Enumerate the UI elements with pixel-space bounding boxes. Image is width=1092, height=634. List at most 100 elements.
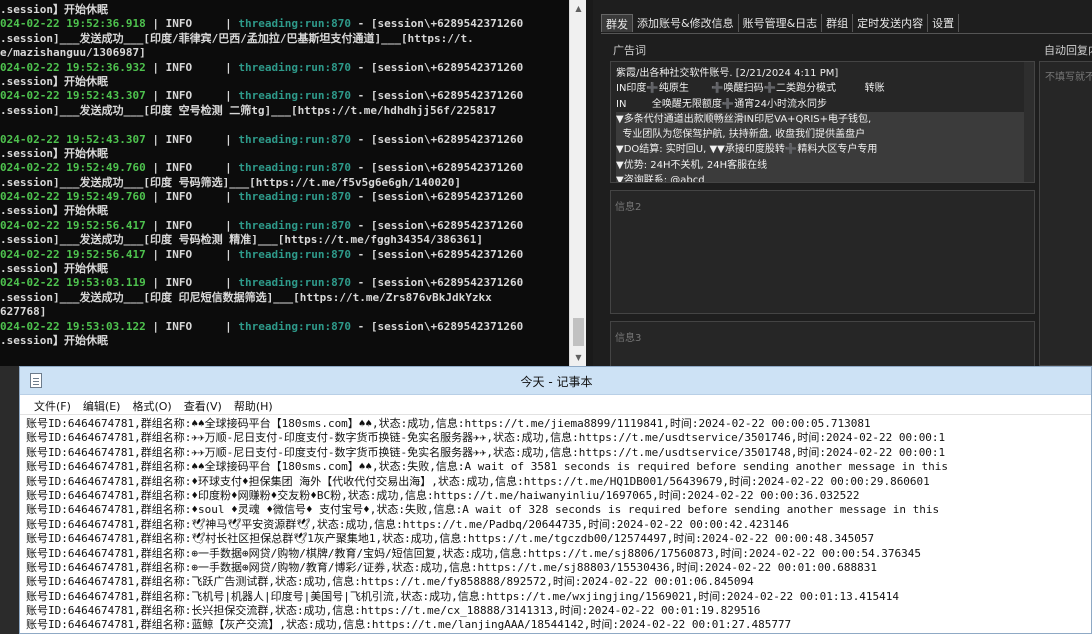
tab-1[interactable]: 添加账号&修改信息 [633,14,739,32]
notepad-line: 账号ID:6464674781,群组名称:⊕一手数据⊕网贷/购物/教育/博彩/证… [26,560,878,574]
info2-textarea[interactable]: 信息2 [610,190,1035,314]
console-scrollbar[interactable]: ▲ ▼ [569,0,586,366]
auto-reply-textarea[interactable]: 不填写就不 [1039,61,1092,366]
console-line: .session]___发送成功___[印度 印尼短信数据筛选]___[http… [0,291,568,305]
log-level: | INFO | [145,276,239,290]
menu-item-2[interactable]: 格式(O) [126,395,177,414]
log-thread: threading:run:870 [238,60,352,74]
menu-item-0[interactable]: 文件(F) [28,395,77,414]
log-message: .session]___发送成功___[印度 号码筛选]___[https://… [0,175,461,189]
notepad-line: 账号ID:6464674781,群组名称:♦soul ♦灵魂 ♦微信号♦ 支付宝… [26,503,940,517]
console-line: 024-02-22 19:52:56.417 | INFO | threadin… [0,219,568,233]
log-thread: threading:run:870 [238,132,352,146]
ad-text-line: ▼DO结算: 实时回U, ▼▼承接印度股转➕精料大区专户专用 [616,142,1034,158]
log-thread: threading:run:870 [238,247,352,261]
log-thread: threading:run:870 [238,89,352,103]
log-message: .session]___发送成功___[印度/菲律宾/巴西/孟加拉/巴基斯坦支付… [0,31,474,45]
notepad-line: 账号ID:6464674781,群组名称:长兴担保交流群,状态:成功,信息:ht… [26,604,761,618]
log-message: - [session\+6289542371260 [351,247,524,261]
log-message: .session】开始休眠 [0,3,108,16]
log-message: .session】开始休眠 [0,204,108,218]
notepad-line: 账号ID:6464674781,群组名称:♦印度粉♦网赚粉♦交友粉♦BC粉,状态… [26,488,860,502]
menu-item-3[interactable]: 查看(V) [178,395,228,414]
scroll-down-icon[interactable]: ▼ [570,349,587,366]
tab-bar: 群发 添加账号&修改信息 账号管理&日志 群组 定时发送内容 设置 [601,14,960,34]
ad-text-line: 专业团队为您保驾护航, 扶持新盘, 收盘我们提供盖盘户 [616,127,1034,143]
log-level: | INFO | [145,17,239,31]
menu-item-4[interactable]: 帮助(H) [228,395,279,414]
scroll-thumb[interactable] [573,318,584,346]
ad-text-line: 紫霞/出各种社交软件账号. [2/21/2024 4:11 PM] [616,68,839,79]
tab-2[interactable]: 账号管理&日志 [739,14,823,32]
log-thread: threading:run:870 [238,218,352,232]
log-timestamp: 024-02-22 19:52:56.417 [0,247,146,261]
log-level: | INFO | [145,60,239,74]
ad-text-content: 紫霞/出各种社交软件账号. [2/21/2024 4:11 PM] IN印度➕纯原… [611,62,1034,182]
log-timestamp: 024-02-22 19:52:49.760 [0,190,146,204]
ad-text-line: IN 全唤醒无限额度➕通宵24小时流水同步 [616,98,828,110]
ad-text-line: IN印度➕纯原生 ➕唤醒扫码➕二类跑分模式 转账 [616,83,885,95]
info2-placeholder: 信息2 [615,202,642,213]
ad-scrollbar[interactable] [1024,62,1034,182]
console-line: .session]___发送成功___[印度 号码筛选]___[https://… [0,176,568,190]
tab-4[interactable]: 定时发送内容 [853,14,929,32]
log-level: | INFO | [145,218,239,232]
log-level: | INFO | [145,132,239,146]
tab-divider [601,33,1092,34]
log-level: | INFO | [145,319,239,333]
notepad-titlebar[interactable]: 今天 - 记事本 [20,367,1091,395]
console-line: .session】开始休眠 [0,147,568,161]
log-message: .session】开始休眠 [0,74,108,88]
log-message: .session】开始休眠 [0,333,108,347]
console-line: .session]___发送成功___[印度/菲律宾/巴西/孟加拉/巴基斯坦支付… [0,32,568,46]
notepad-text-area[interactable]: 账号ID:6464674781,群组名称:♠♠全球接码平台【180sms.com… [26,415,1091,633]
log-message: 627768] [0,305,47,319]
desktop: .session】开始休眠 024-02-22 19:52:36.918 | IN… [0,0,1092,634]
notepad-line: 账号ID:6464674781,群组名称:♦环球支付♦担保集团 海外【代收代付交… [26,474,930,488]
log-level: | INFO | [145,89,239,103]
log-thread: threading:run:870 [238,190,352,204]
ad-text-line: ▼多条代付通道出款顺畅丝滑IN印尼VA+QRIS+电子钱包, [616,111,1034,128]
info3-textarea[interactable]: 信息3 [610,321,1035,366]
menu-item-1[interactable]: 编辑(E) [77,395,127,414]
ad-textarea[interactable]: 紫霞/出各种社交软件账号. [2/21/2024 4:11 PM] IN印度➕纯原… [610,61,1035,183]
log-timestamp: 024-02-22 19:52:49.760 [0,161,146,175]
log-timestamp: 024-02-22 19:53:03.119 [0,276,146,290]
log-timestamp: 024-02-22 19:52:36.918 [0,17,146,31]
log-timestamp: 024-02-22 19:52:36.932 [0,60,146,74]
notepad-window: 今天 - 记事本 文件(F) 编辑(E) 格式(O) 查看(V) 帮助(H) 账号ID:… [19,366,1092,634]
info3-placeholder: 信息3 [615,333,642,344]
notepad-line: 账号ID:6464674781,群组名称:飞机号|机器人|印度号|美国号|飞机引… [26,589,900,603]
console-log: .session】开始休眠 024-02-22 19:52:36.918 | IN… [0,0,568,366]
log-thread: threading:run:870 [238,276,352,290]
tab-5[interactable]: 设置 [928,14,960,32]
console-line: 024-02-22 19:53:03.119 | INFO | threadin… [0,276,568,290]
sender-app-window: 群发添加账号&修改信息账号管理&日志群组定时发送内容设置 广告词 自动回复内 紫… [593,0,1092,366]
ad-text-line: ▼咨询联系: @abcd [616,173,1034,182]
log-message: - [session\+6289542371260 [351,218,524,232]
console-line: 024-02-22 19:52:43.307 | INFO | threadin… [0,133,568,147]
log-message: - [session\+6289542371260 [351,319,524,333]
notepad-menubar: 文件(F) 编辑(E) 格式(O) 查看(V) 帮助(H) [20,395,1091,415]
console-line: .session】开始休眠 [0,3,568,17]
notepad-line: 账号ID:6464674781,群组名称:🕊神马🕊平安资源群🕊,状态:成功,信息… [26,517,789,531]
window-edge [586,0,593,366]
log-message: .session】开始休眠 [0,262,108,276]
log-timestamp: 024-02-22 19:52:56.417 [0,218,146,232]
tab-3[interactable]: 群组 [822,14,854,32]
console-line: .session]___发送成功___[印度 号码检测 精准]___[https… [0,233,568,247]
tab-0[interactable]: 群发 [601,14,633,32]
ad-text-line: ▼优势: 24H不关机, 24H客服在线 [616,157,1034,174]
log-timestamp: 024-02-22 19:52:43.307 [0,89,146,103]
auto-reply-label: 自动回复内 [1044,44,1092,57]
log-message: .session]___发送成功___[印度 号码检测 精准]___[https… [0,233,483,247]
log-level: | INFO | [145,247,239,261]
notepad-line: 账号ID:6464674781,群组名称:✈✈万顺-尼日支付-印度支付-数字货币… [26,431,946,445]
notepad-line: 账号ID:6464674781,群组名称:⊕一手数据⊕网贷/购物/棋牌/教育/宝… [26,546,922,560]
log-message: .session]___发送成功___[印度 空号检测 二筛tg]___[htt… [0,103,497,117]
log-message: .session】开始休眠 [0,146,108,160]
console-line: 627768] [0,305,568,319]
notepad-line: 账号ID:6464674781,群组名称:飞跃广告测试群,状态:成功,信息:ht… [26,575,754,589]
scroll-up-icon[interactable]: ▲ [570,0,587,17]
